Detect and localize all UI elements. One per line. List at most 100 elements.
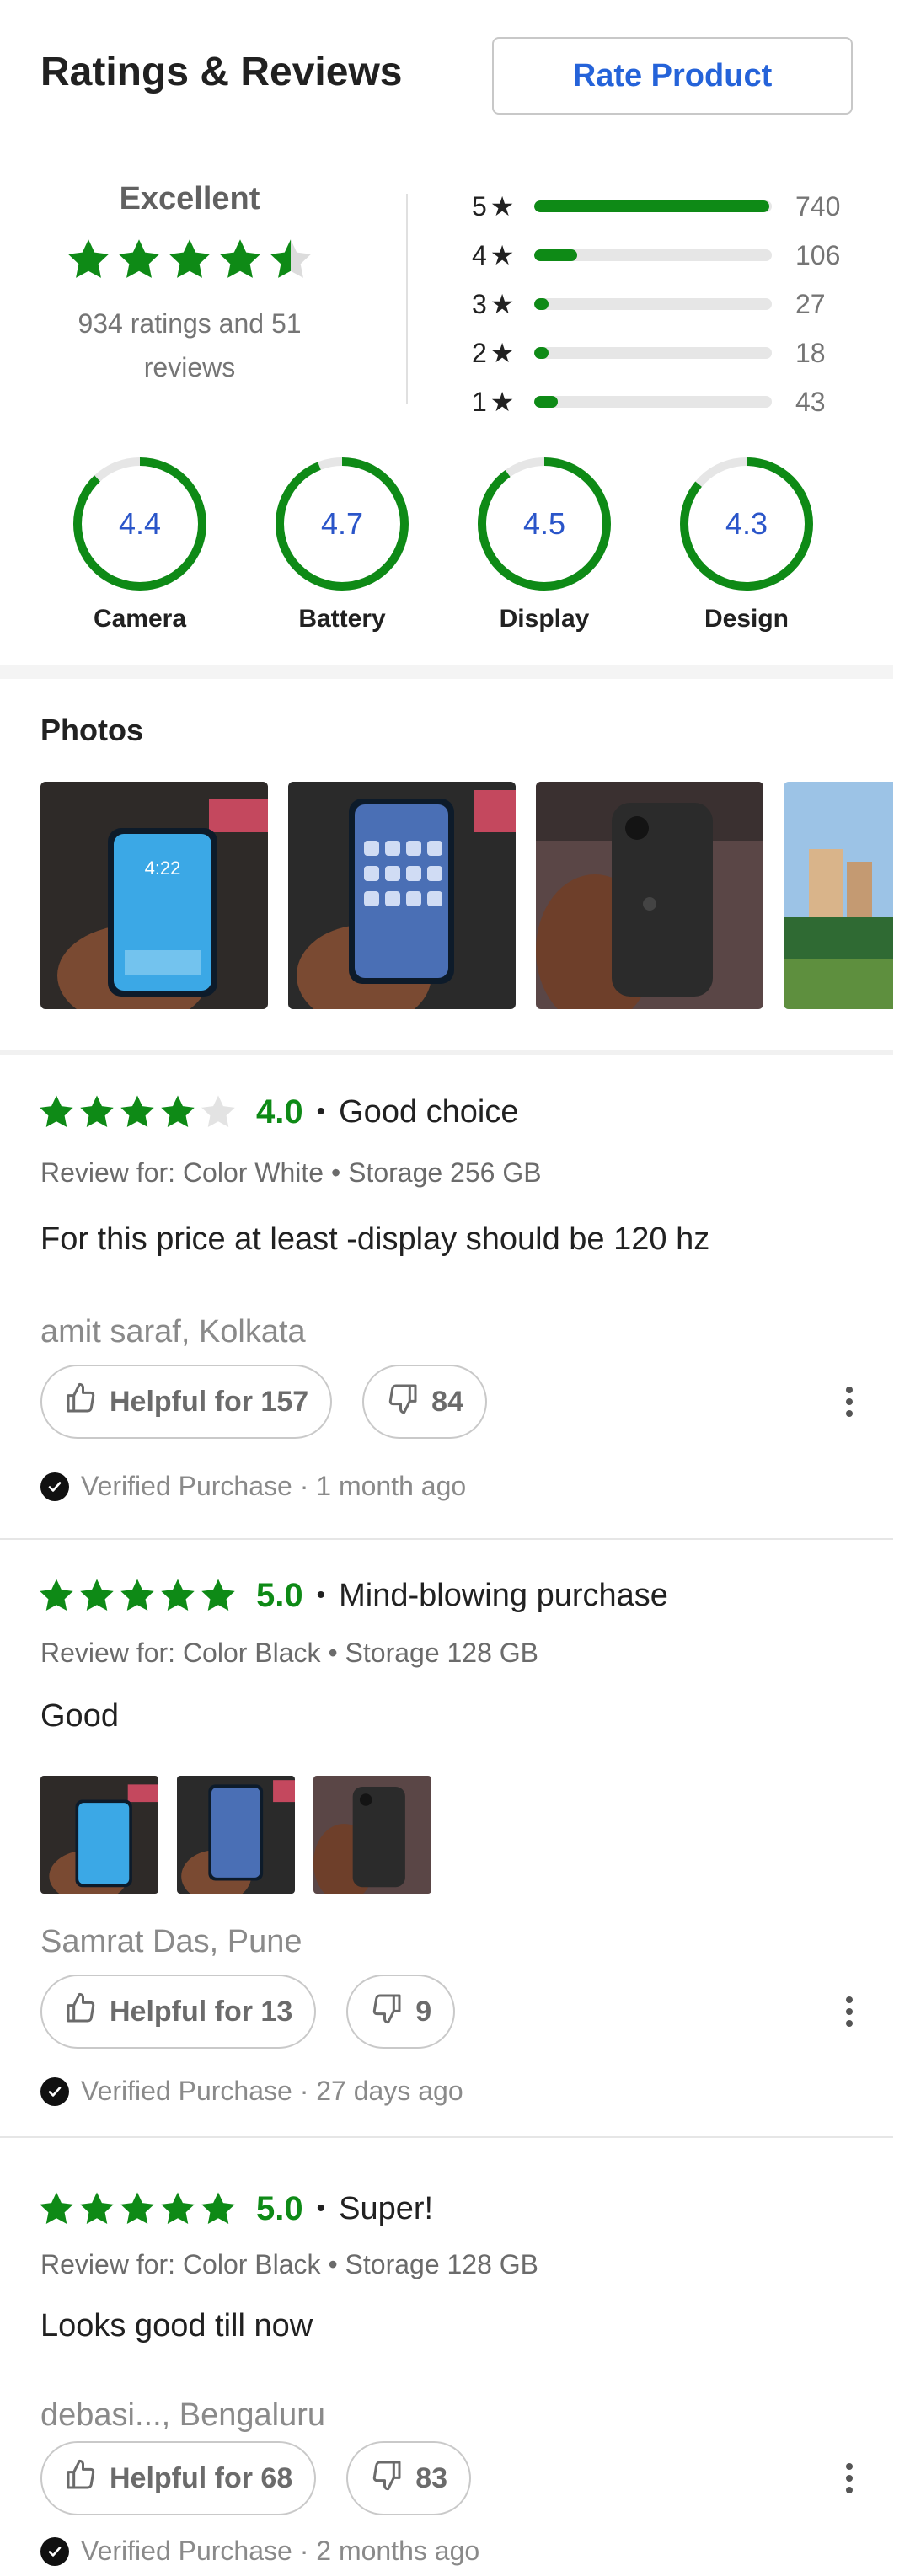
- review-photo[interactable]: [536, 782, 763, 1009]
- verified-purchase: Verified Purchase · 1 month ago: [40, 1471, 466, 1502]
- dist-star-count: 1: [472, 386, 487, 417]
- feature-battery[interactable]: 4.7 Battery: [258, 455, 426, 633]
- review-photo[interactable]: 4:22: [40, 782, 268, 1009]
- star-icon: [161, 2192, 195, 2225]
- photos-title: Photos: [40, 713, 143, 747]
- feature-design[interactable]: 4.3 Design: [662, 455, 831, 633]
- review-actions: Helpful for 157 84: [40, 1365, 487, 1439]
- dislike-button[interactable]: 9: [346, 1975, 456, 2049]
- dist-star-count: 2: [472, 337, 487, 368]
- dist-row-3: 3 ★ 27: [472, 280, 868, 329]
- separator-dot: •: [316, 1581, 326, 1609]
- helpful-button[interactable]: Helpful for 13: [40, 1975, 317, 2049]
- more-vertical-icon[interactable]: [841, 1376, 858, 1427]
- photos-carousel[interactable]: 4:22: [40, 782, 893, 1009]
- review-photo-thumb[interactable]: [313, 1776, 431, 1894]
- helpful-button[interactable]: Helpful for 157: [40, 1365, 333, 1439]
- more-vertical-icon[interactable]: [841, 2453, 858, 2504]
- feature-ring: 4.7: [273, 455, 411, 593]
- summary-stars: [34, 236, 345, 283]
- star-icon: [161, 1579, 195, 1611]
- review-title: Good choice: [339, 1093, 519, 1130]
- feature-ring: 4.3: [677, 455, 816, 593]
- review-photo-thumb[interactable]: [177, 1776, 295, 1894]
- dist-bar: [534, 298, 772, 310]
- rating-verdict: Excellent: [119, 181, 260, 216]
- dist-row-5: 5 ★ 740: [472, 182, 868, 231]
- check-circle-icon: [40, 2076, 69, 2106]
- star-icon: [219, 239, 261, 278]
- dist-bar: [534, 249, 772, 261]
- review-actions: Helpful for 68 83: [40, 2441, 472, 2515]
- dist-count: 106: [795, 239, 841, 270]
- dist-row-2: 2 ★ 18: [472, 329, 868, 377]
- review-stars: [37, 1093, 238, 1131]
- helpful-count: Helpful for 157: [110, 1385, 309, 1418]
- review-rating: 4.0: [256, 1093, 303, 1130]
- dist-star-count: 5: [472, 190, 487, 222]
- check-circle-icon: [40, 2536, 69, 2566]
- feature-label: Camera: [93, 605, 187, 633]
- review-photo[interactable]: [784, 782, 893, 1009]
- review-header: 5.0 • Super!: [37, 2183, 433, 2234]
- star-icon: [80, 2192, 114, 2225]
- dist-count: 27: [795, 288, 826, 319]
- star-icon: ★: [490, 338, 515, 368]
- dist-count: 18: [795, 337, 826, 368]
- review-variant: Review for: Color Black • Storage 128 GB: [40, 2249, 539, 2279]
- svg-text:4:22: 4:22: [145, 858, 181, 879]
- review-author: Samrat Das, Pune: [40, 1924, 302, 1959]
- review-text: For this price at least -display should …: [40, 1221, 710, 1257]
- review-actions: Helpful for 13 9: [40, 1975, 456, 2049]
- feature-score: 4.5: [522, 506, 566, 541]
- verified-text: Verified Purchase · 1 month ago: [81, 1471, 467, 1501]
- review-title: Super!: [339, 2190, 434, 2226]
- dist-bar: [534, 200, 772, 212]
- star-icon: ★: [490, 387, 515, 417]
- star-icon: [201, 2192, 235, 2225]
- more-vertical-icon[interactable]: [841, 1986, 858, 2037]
- dist-bar: [534, 347, 772, 359]
- star-icon: [80, 1095, 114, 1128]
- helpful-button[interactable]: Helpful for 68: [40, 2441, 317, 2515]
- feature-display[interactable]: 4.5 Display: [460, 455, 629, 633]
- star-icon: [120, 1095, 154, 1128]
- star-icon: ★: [490, 240, 515, 270]
- thumbs-up-icon: [64, 1991, 98, 2033]
- feature-score: 4.4: [118, 506, 162, 541]
- dist-bar-fill: [534, 249, 577, 261]
- thumbs-up-icon: [64, 1382, 98, 1423]
- review-header: 4.0 • Good choice: [37, 1087, 519, 1137]
- thumbs-up-icon: [64, 2458, 98, 2499]
- star-icon: [120, 2192, 154, 2225]
- separator-dot: •: [316, 2194, 326, 2222]
- review-rating: 5.0: [256, 1576, 303, 1614]
- review-photos: [40, 1776, 431, 1894]
- review-author: amit saraf, Kolkata: [40, 1314, 306, 1349]
- review-photo[interactable]: [288, 782, 516, 1009]
- dislike-button[interactable]: 83: [346, 2441, 472, 2515]
- section-divider: [0, 1050, 893, 1055]
- page-title: Ratings & Reviews: [40, 50, 403, 94]
- dislike-button[interactable]: 84: [362, 1365, 487, 1439]
- review-stars: [37, 1576, 238, 1615]
- dist-bar-fill: [534, 396, 559, 408]
- verified-text: Verified Purchase · 27 days ago: [81, 2076, 463, 2106]
- review-divider: [0, 2136, 893, 2138]
- dist-bar: [534, 396, 772, 408]
- review-text: Good: [40, 1698, 119, 1734]
- section-divider: [0, 665, 893, 679]
- feature-score: 4.3: [725, 506, 768, 541]
- feature-ratings: 4.4 Camera 4.7 Battery 4.5 Display 4.3 D…: [0, 455, 893, 649]
- review-photo-thumb[interactable]: [40, 1776, 158, 1894]
- star-icon: [270, 239, 312, 278]
- dislike-count: 9: [415, 1995, 432, 2028]
- star-icon: [40, 1579, 73, 1611]
- rate-product-button[interactable]: Rate Product: [492, 37, 853, 115]
- star-icon: [118, 239, 160, 278]
- summary-divider: [406, 194, 408, 404]
- star-icon: ★: [490, 289, 515, 319]
- feature-camera[interactable]: 4.4 Camera: [56, 455, 224, 633]
- thumbs-down-icon: [386, 1382, 420, 1423]
- star-icon: [169, 239, 211, 278]
